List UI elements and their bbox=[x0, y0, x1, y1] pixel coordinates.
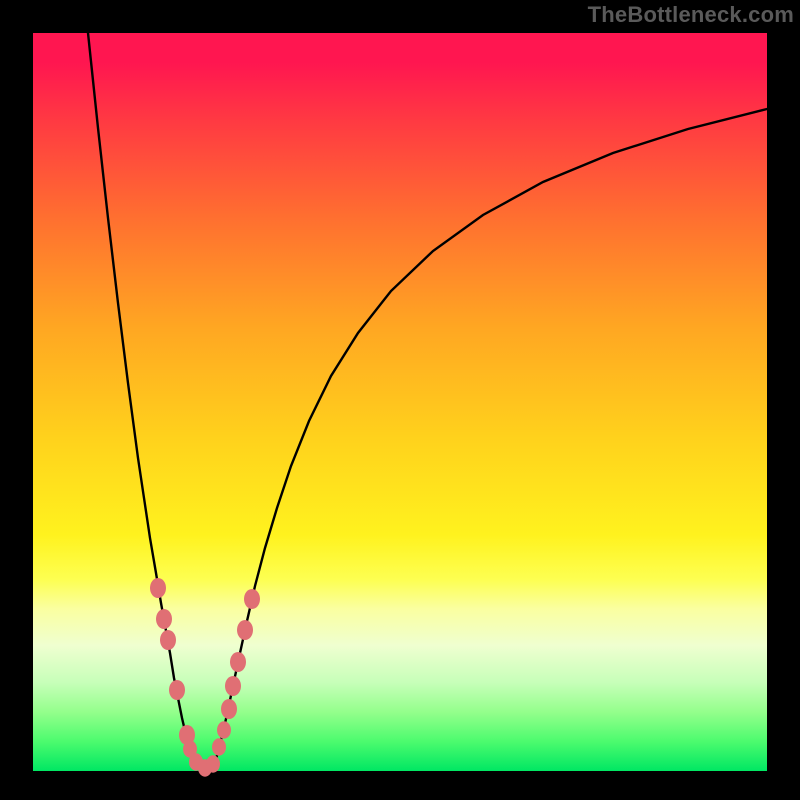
data-marker bbox=[212, 738, 226, 756]
data-marker bbox=[244, 589, 260, 609]
data-marker bbox=[160, 630, 176, 650]
chart-frame: TheBottleneck.com bbox=[0, 0, 800, 800]
bottleneck-curve bbox=[88, 33, 767, 770]
data-marker bbox=[221, 699, 237, 719]
data-marker bbox=[150, 578, 166, 598]
data-marker bbox=[156, 609, 172, 629]
curve-group bbox=[88, 33, 767, 770]
data-markers bbox=[150, 578, 260, 777]
data-marker bbox=[217, 721, 231, 739]
data-marker bbox=[225, 676, 241, 696]
data-marker bbox=[206, 755, 220, 773]
chart-svg bbox=[0, 0, 800, 800]
data-marker bbox=[237, 620, 253, 640]
data-marker bbox=[230, 652, 246, 672]
data-marker bbox=[169, 680, 185, 700]
